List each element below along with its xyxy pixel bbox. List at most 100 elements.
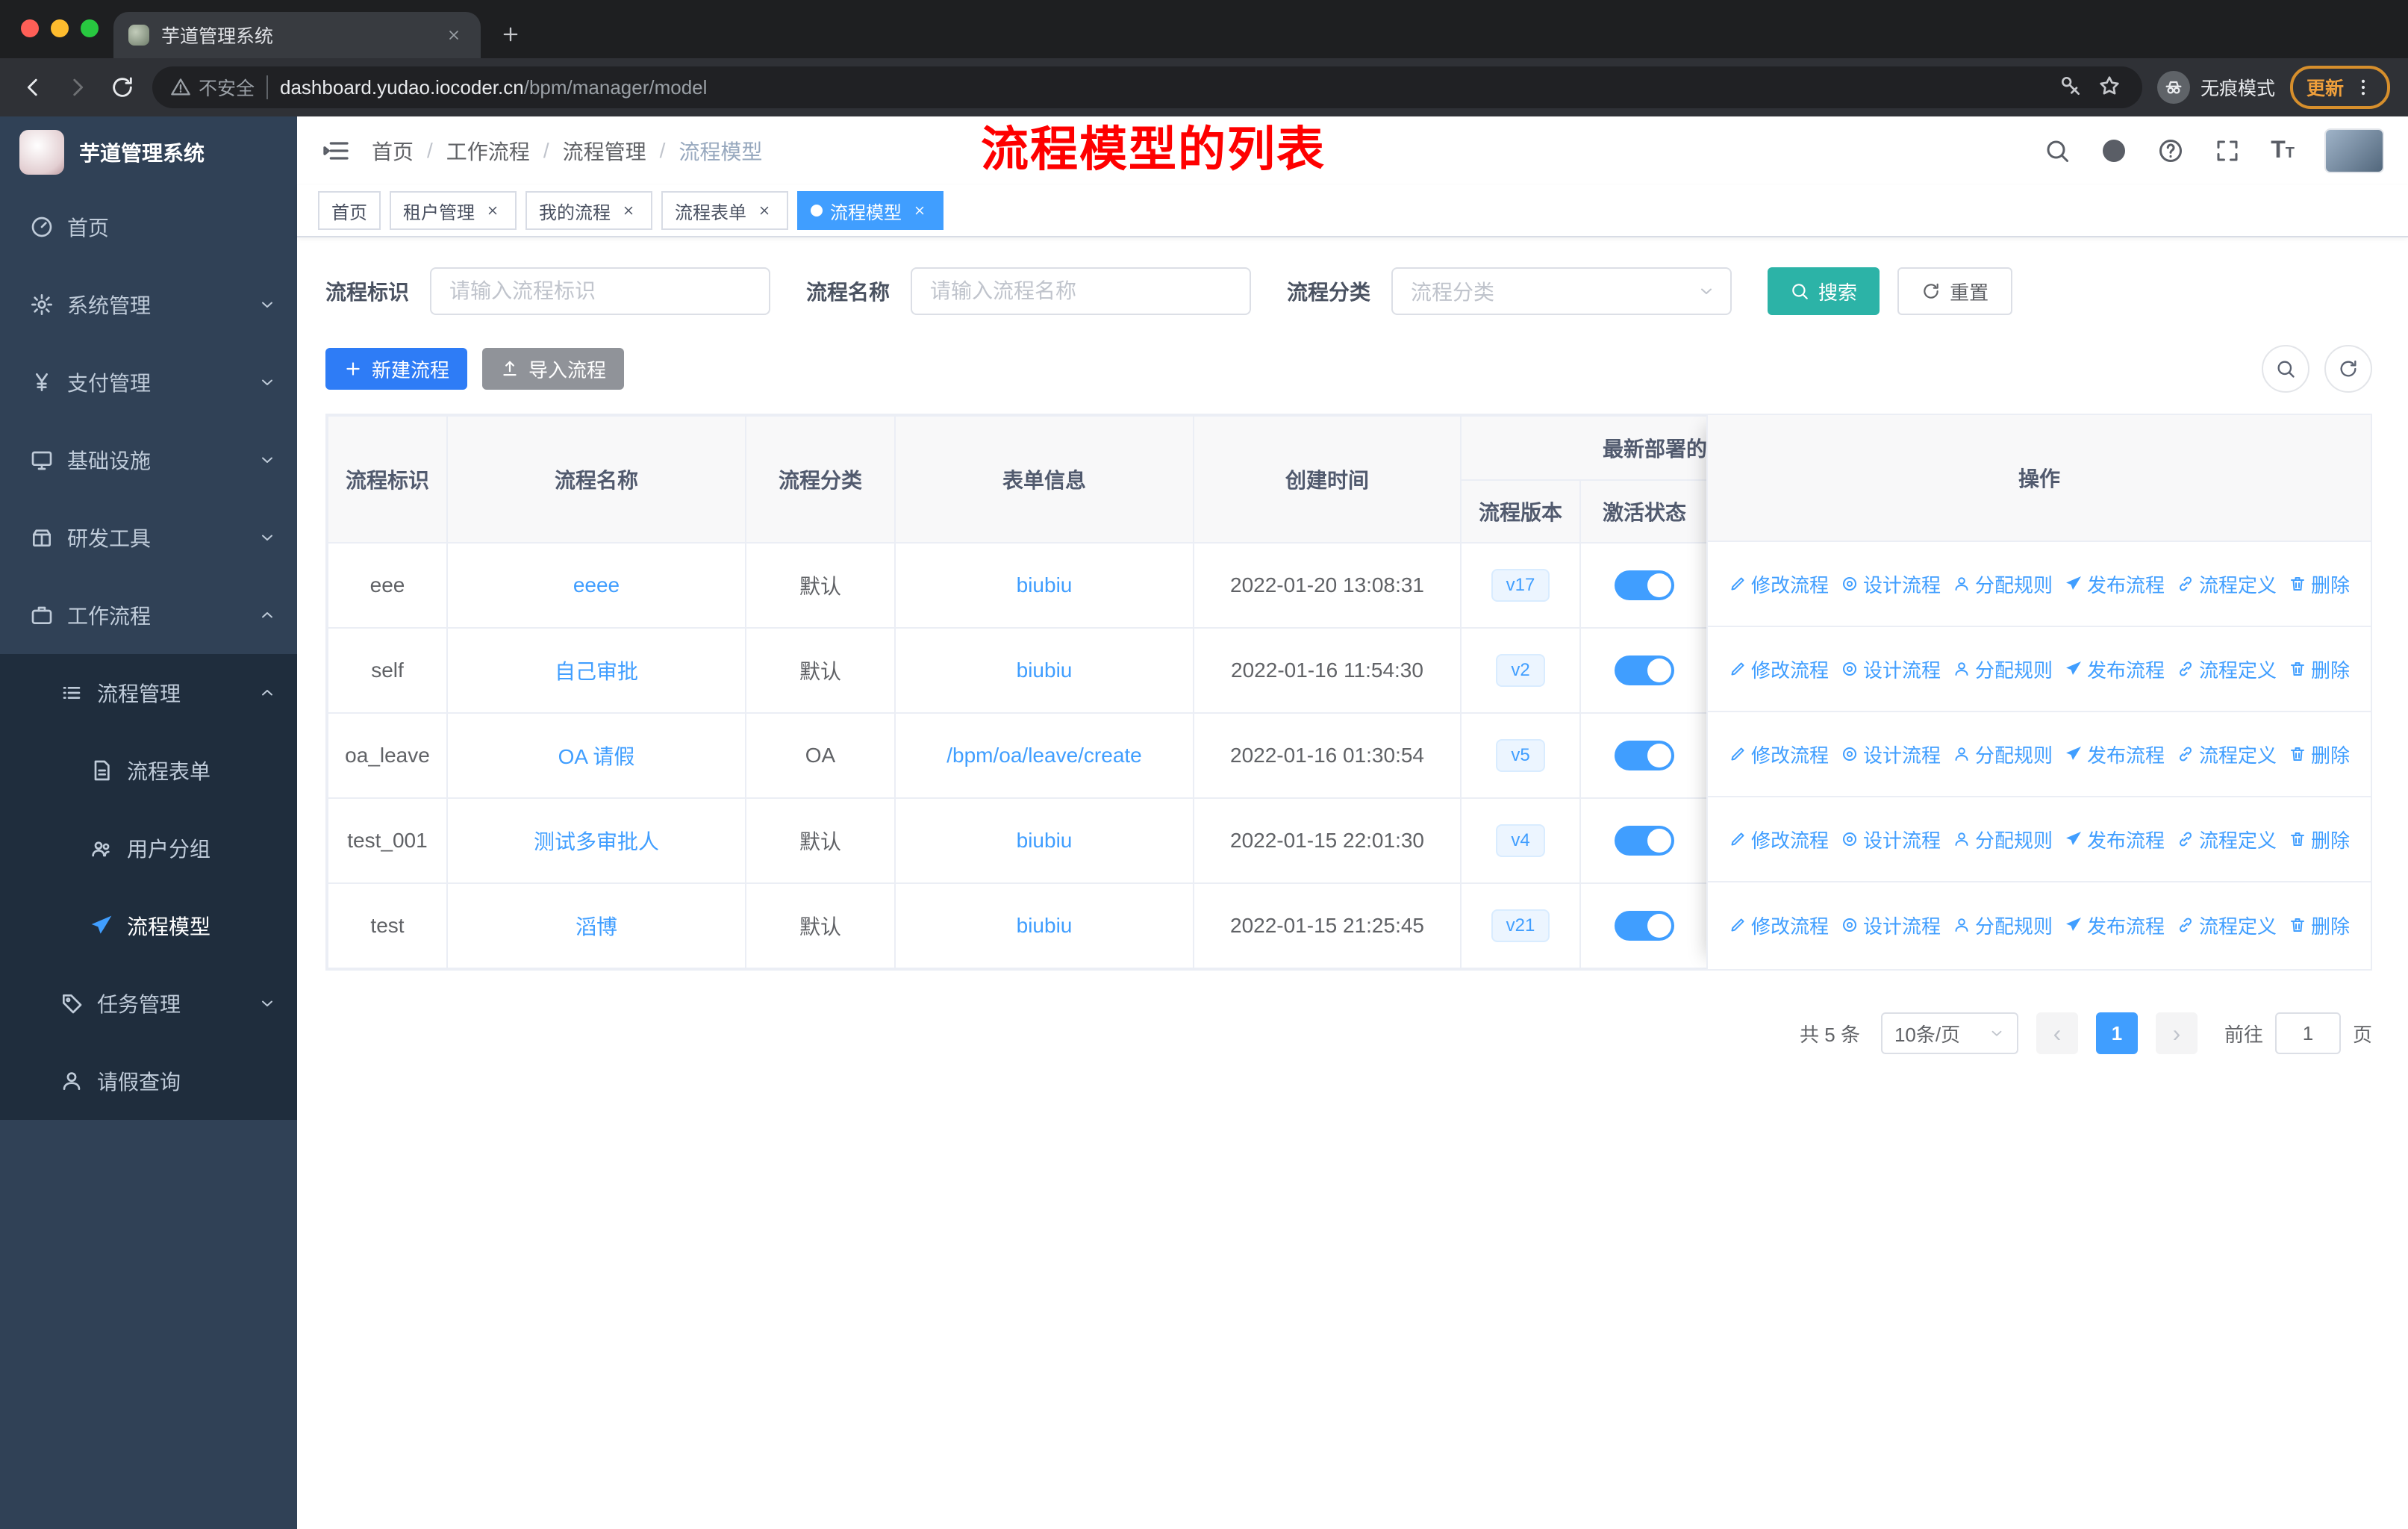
version-badge[interactable]: v2 bbox=[1496, 654, 1545, 687]
action-delete-link[interactable]: 删除 bbox=[2289, 570, 2350, 598]
cell-form-info-link[interactable]: biubiu bbox=[1017, 658, 1073, 682]
page-tab-我的流程[interactable]: 我的流程 bbox=[525, 191, 652, 230]
prev-page-button[interactable]: ‹ bbox=[2036, 1012, 2078, 1054]
browser-update-button[interactable]: 更新 bbox=[2289, 66, 2390, 109]
cell-form-info-link[interactable]: /bpm/oa/leave/create bbox=[946, 744, 1142, 767]
sidebar-item-系统管理[interactable]: 系统管理 bbox=[0, 266, 297, 343]
breadcrumb-item[interactable]: 流程管理 bbox=[563, 136, 646, 166]
breadcrumb-item[interactable]: 首页 bbox=[372, 136, 414, 166]
global-search-icon[interactable] bbox=[2044, 137, 2071, 164]
action-delete-link[interactable]: 删除 bbox=[2289, 826, 2350, 853]
cell-process-name-link[interactable]: 测试多审批人 bbox=[534, 830, 659, 853]
maximize-window-button[interactable] bbox=[81, 19, 99, 37]
process-name-input[interactable] bbox=[911, 267, 1252, 315]
action-assign-link[interactable]: 分配规则 bbox=[1953, 570, 2053, 598]
page-size-select[interactable]: 10条/页 bbox=[1880, 1012, 2018, 1054]
action-design-link[interactable]: 设计流程 bbox=[1841, 655, 1941, 683]
action-assign-link[interactable]: 分配规则 bbox=[1953, 655, 2053, 683]
action-edit-link[interactable]: 修改流程 bbox=[1729, 655, 1829, 683]
action-edit-link[interactable]: 修改流程 bbox=[1729, 741, 1829, 768]
action-design-link[interactable]: 设计流程 bbox=[1841, 826, 1941, 853]
status-toggle[interactable] bbox=[1615, 741, 1674, 770]
refresh-table-button[interactable] bbox=[2324, 345, 2372, 393]
cell-form-info-link[interactable]: biubiu bbox=[1017, 573, 1073, 597]
minimize-window-button[interactable] bbox=[51, 19, 69, 37]
password-manager-icon[interactable] bbox=[2059, 74, 2086, 101]
create-process-button[interactable]: 新建流程 bbox=[325, 348, 468, 390]
toggle-search-button[interactable] bbox=[2262, 345, 2309, 393]
action-assign-link[interactable]: 分配规则 bbox=[1953, 826, 2053, 853]
process-key-input[interactable] bbox=[430, 267, 771, 315]
action-definition-link[interactable]: 流程定义 bbox=[2177, 912, 2277, 939]
cell-form-info-link[interactable]: biubiu bbox=[1017, 829, 1073, 852]
action-definition-link[interactable]: 流程定义 bbox=[2177, 826, 2277, 853]
action-design-link[interactable]: 设计流程 bbox=[1841, 912, 1941, 939]
action-publish-link[interactable]: 发布流程 bbox=[2065, 570, 2165, 598]
collapse-sidebar-button[interactable] bbox=[321, 136, 351, 166]
sidebar-item-基础设施[interactable]: 基础设施 bbox=[0, 421, 297, 499]
version-badge[interactable]: v21 bbox=[1491, 909, 1550, 942]
sidebar-item-首页[interactable]: 首页 bbox=[0, 188, 297, 266]
cell-form-info[interactable]: biubiu bbox=[894, 542, 1194, 629]
sidebar-item-流程模型[interactable]: 流程模型 bbox=[0, 887, 297, 965]
cell-form-info[interactable]: biubiu bbox=[894, 627, 1194, 714]
cell-process-name[interactable]: eeee bbox=[446, 542, 746, 629]
font-size-icon[interactable]: TT bbox=[2271, 136, 2295, 166]
cell-form-info-link[interactable]: biubiu bbox=[1017, 914, 1073, 937]
github-icon[interactable] bbox=[2100, 137, 2127, 164]
cell-form-info[interactable]: /bpm/oa/leave/create bbox=[894, 712, 1194, 799]
status-toggle[interactable] bbox=[1615, 826, 1674, 856]
sidebar-item-任务管理[interactable]: 任务管理 bbox=[0, 965, 297, 1042]
action-definition-link[interactable]: 流程定义 bbox=[2177, 570, 2277, 598]
page-tab-首页[interactable]: 首页 bbox=[318, 191, 381, 230]
search-button[interactable]: 搜索 bbox=[1768, 267, 1880, 315]
status-toggle[interactable] bbox=[1615, 911, 1674, 941]
sidebar-item-研发工具[interactable]: 研发工具 bbox=[0, 499, 297, 576]
action-publish-link[interactable]: 发布流程 bbox=[2065, 912, 2165, 939]
action-edit-link[interactable]: 修改流程 bbox=[1729, 912, 1829, 939]
action-edit-link[interactable]: 修改流程 bbox=[1729, 570, 1829, 598]
action-publish-link[interactable]: 发布流程 bbox=[2065, 655, 2165, 683]
page-number-button[interactable]: 1 bbox=[2095, 1012, 2138, 1054]
sidebar-item-工作流程[interactable]: 工作流程 bbox=[0, 576, 297, 654]
sidebar-item-流程表单[interactable]: 流程表单 bbox=[0, 732, 297, 809]
cell-process-name[interactable]: 测试多审批人 bbox=[446, 797, 746, 884]
cell-process-name-link[interactable]: OA 请假 bbox=[558, 745, 635, 768]
next-page-button[interactable]: › bbox=[2155, 1012, 2198, 1054]
action-assign-link[interactable]: 分配规则 bbox=[1953, 741, 2053, 768]
browser-menu-icon[interactable] bbox=[2353, 77, 2374, 98]
action-design-link[interactable]: 设计流程 bbox=[1841, 570, 1941, 598]
action-delete-link[interactable]: 删除 bbox=[2289, 655, 2350, 683]
import-process-button[interactable]: 导入流程 bbox=[482, 348, 625, 390]
cell-process-name-link[interactable]: 自己审批 bbox=[555, 660, 638, 683]
action-edit-link[interactable]: 修改流程 bbox=[1729, 826, 1829, 853]
action-delete-link[interactable]: 删除 bbox=[2289, 912, 2350, 939]
version-badge[interactable]: v4 bbox=[1496, 824, 1545, 857]
status-toggle[interactable] bbox=[1615, 655, 1674, 685]
page-tab-流程表单[interactable]: 流程表单 bbox=[661, 191, 788, 230]
cell-process-name-link[interactable]: eeee bbox=[573, 573, 620, 597]
cell-form-info[interactable]: biubiu bbox=[894, 797, 1194, 884]
reload-button[interactable] bbox=[107, 72, 137, 102]
help-icon[interactable] bbox=[2157, 137, 2184, 164]
action-delete-link[interactable]: 删除 bbox=[2289, 741, 2350, 768]
reset-button[interactable]: 重置 bbox=[1897, 267, 2013, 315]
bookmark-star-icon[interactable] bbox=[2097, 74, 2124, 101]
cell-process-name[interactable]: 滔博 bbox=[446, 882, 746, 969]
browser-tab[interactable]: 芋道管理系统 bbox=[113, 12, 481, 58]
action-assign-link[interactable]: 分配规则 bbox=[1953, 912, 2053, 939]
goto-page-input[interactable] bbox=[2274, 1012, 2341, 1054]
status-toggle[interactable] bbox=[1615, 570, 1674, 600]
page-tab-流程模型[interactable]: 流程模型 bbox=[797, 191, 943, 230]
security-chip[interactable]: 不安全 bbox=[170, 74, 255, 101]
version-badge[interactable]: v17 bbox=[1491, 569, 1550, 602]
action-publish-link[interactable]: 发布流程 bbox=[2065, 826, 2165, 853]
sidebar-item-支付管理[interactable]: 支付管理 bbox=[0, 343, 297, 421]
back-button[interactable] bbox=[18, 72, 48, 102]
page-tab-租户管理[interactable]: 租户管理 bbox=[390, 191, 517, 230]
version-badge[interactable]: v5 bbox=[1496, 739, 1545, 772]
forward-button[interactable] bbox=[63, 72, 93, 102]
close-window-button[interactable] bbox=[21, 19, 39, 37]
user-avatar[interactable] bbox=[2324, 128, 2384, 173]
category-select[interactable]: 流程分类 bbox=[1391, 267, 1732, 315]
